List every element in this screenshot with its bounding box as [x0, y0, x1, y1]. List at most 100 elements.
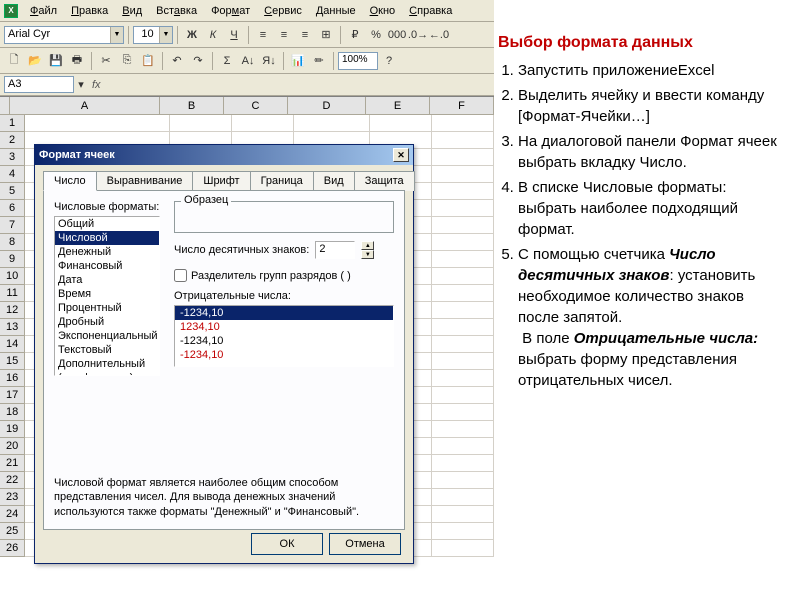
- format-list-item[interactable]: (все форматы): [55, 371, 159, 376]
- spinner-up-button[interactable]: ▲: [361, 241, 374, 250]
- column-header[interactable]: B: [160, 97, 224, 115]
- menu-format[interactable]: Формат: [205, 3, 256, 19]
- menu-data[interactable]: Данные: [310, 3, 362, 19]
- format-list-item[interactable]: Числовой: [55, 231, 159, 245]
- row-header[interactable]: 2: [0, 132, 25, 149]
- row-header[interactable]: 18: [0, 404, 25, 421]
- row-header[interactable]: 20: [0, 438, 25, 455]
- cell[interactable]: [432, 438, 494, 455]
- format-list-item[interactable]: Денежный: [55, 245, 159, 259]
- row-header[interactable]: 14: [0, 336, 25, 353]
- tab-pattern[interactable]: Вид: [313, 171, 355, 191]
- row-header[interactable]: 5: [0, 183, 25, 200]
- ok-button[interactable]: ОК: [251, 533, 323, 555]
- increase-decimal-button[interactable]: .0→: [408, 25, 428, 45]
- bold-button[interactable]: Ж: [182, 25, 202, 45]
- row-header[interactable]: 13: [0, 319, 25, 336]
- cell[interactable]: [432, 166, 494, 183]
- neg-option[interactable]: -1234,10: [175, 306, 393, 320]
- cell[interactable]: [432, 268, 494, 285]
- row-header[interactable]: 4: [0, 166, 25, 183]
- format-list-item[interactable]: Процентный: [55, 301, 159, 315]
- menu-insert[interactable]: Вставка: [150, 3, 203, 19]
- drawing-button[interactable]: ✏: [309, 51, 329, 71]
- row-header[interactable]: 10: [0, 268, 25, 285]
- cell[interactable]: [432, 489, 494, 506]
- thousands-separator-checkbox[interactable]: [174, 269, 187, 282]
- format-list-item[interactable]: Дробный: [55, 315, 159, 329]
- cell[interactable]: [294, 115, 370, 132]
- cell[interactable]: [25, 115, 170, 132]
- save-button[interactable]: 💾: [46, 51, 66, 71]
- cell[interactable]: [432, 421, 494, 438]
- format-list-item[interactable]: Финансовый: [55, 259, 159, 273]
- format-list-item[interactable]: Дополнительный: [55, 357, 159, 371]
- menu-file[interactable]: Файл: [24, 3, 63, 19]
- cell[interactable]: [432, 506, 494, 523]
- dropdown-icon[interactable]: ▾: [74, 75, 88, 95]
- italic-button[interactable]: К: [203, 25, 223, 45]
- tab-protection[interactable]: Защита: [354, 171, 415, 191]
- cell[interactable]: [432, 540, 494, 557]
- cell[interactable]: [432, 285, 494, 302]
- format-list-item[interactable]: Время: [55, 287, 159, 301]
- cell[interactable]: [432, 472, 494, 489]
- menu-window[interactable]: Окно: [364, 3, 402, 19]
- font-size-select[interactable]: 10 ▼: [133, 26, 173, 44]
- cell-reference-box[interactable]: A3: [4, 76, 74, 93]
- percent-button[interactable]: %: [366, 25, 386, 45]
- row-header[interactable]: 6: [0, 200, 25, 217]
- cell[interactable]: [432, 353, 494, 370]
- row-header[interactable]: 7: [0, 217, 25, 234]
- comma-button[interactable]: 000: [387, 25, 407, 45]
- cell[interactable]: [432, 404, 494, 421]
- cell[interactable]: [432, 336, 494, 353]
- cell[interactable]: [432, 251, 494, 268]
- number-formats-list[interactable]: ОбщийЧисловойДенежныйФинансовыйДатаВремя…: [54, 216, 160, 376]
- neg-option[interactable]: -1234,10: [175, 334, 393, 348]
- row-header[interactable]: 12: [0, 302, 25, 319]
- format-list-item[interactable]: Дата: [55, 273, 159, 287]
- font-select[interactable]: Arial Cyr ▼: [4, 26, 124, 44]
- sort-desc-button[interactable]: Я↓: [259, 51, 279, 71]
- column-header[interactable]: C: [224, 97, 288, 115]
- row-header[interactable]: 23: [0, 489, 25, 506]
- cell[interactable]: [432, 370, 494, 387]
- decrease-decimal-button[interactable]: ←.0: [429, 25, 449, 45]
- column-header[interactable]: E: [366, 97, 430, 115]
- format-list-item[interactable]: Текстовый: [55, 343, 159, 357]
- currency-button[interactable]: ₽: [345, 25, 365, 45]
- row-header[interactable]: 16: [0, 370, 25, 387]
- spinner-down-button[interactable]: ▼: [361, 250, 374, 259]
- menu-view[interactable]: Вид: [116, 3, 148, 19]
- format-list-item[interactable]: Общий: [55, 217, 159, 231]
- row-header[interactable]: 26: [0, 540, 25, 557]
- row-header[interactable]: 11: [0, 285, 25, 302]
- row-header[interactable]: 24: [0, 506, 25, 523]
- row-header[interactable]: 15: [0, 353, 25, 370]
- paste-button[interactable]: 📋: [138, 51, 158, 71]
- select-all-corner[interactable]: [0, 97, 10, 115]
- chart-button[interactable]: 📊: [288, 51, 308, 71]
- row-header[interactable]: 21: [0, 455, 25, 472]
- tab-alignment[interactable]: Выравнивание: [96, 171, 194, 191]
- column-header[interactable]: D: [288, 97, 366, 115]
- copy-button[interactable]: ⎘: [117, 51, 137, 71]
- menu-help[interactable]: Справка: [403, 3, 458, 19]
- menu-tools[interactable]: Сервис: [258, 3, 308, 19]
- row-header[interactable]: 8: [0, 234, 25, 251]
- cell[interactable]: [432, 319, 494, 336]
- row-header[interactable]: 19: [0, 421, 25, 438]
- cell[interactable]: [432, 455, 494, 472]
- row-header[interactable]: 22: [0, 472, 25, 489]
- cell[interactable]: [432, 200, 494, 217]
- menu-edit[interactable]: Правка: [65, 3, 114, 19]
- print-button[interactable]: 🖶: [67, 51, 87, 71]
- column-header[interactable]: A: [10, 97, 160, 115]
- cell[interactable]: [432, 234, 494, 251]
- cut-button[interactable]: ✂: [96, 51, 116, 71]
- align-left-button[interactable]: ≡: [253, 25, 273, 45]
- cell[interactable]: [432, 387, 494, 404]
- tab-number[interactable]: Число: [43, 171, 97, 191]
- row-header[interactable]: 1: [0, 115, 25, 132]
